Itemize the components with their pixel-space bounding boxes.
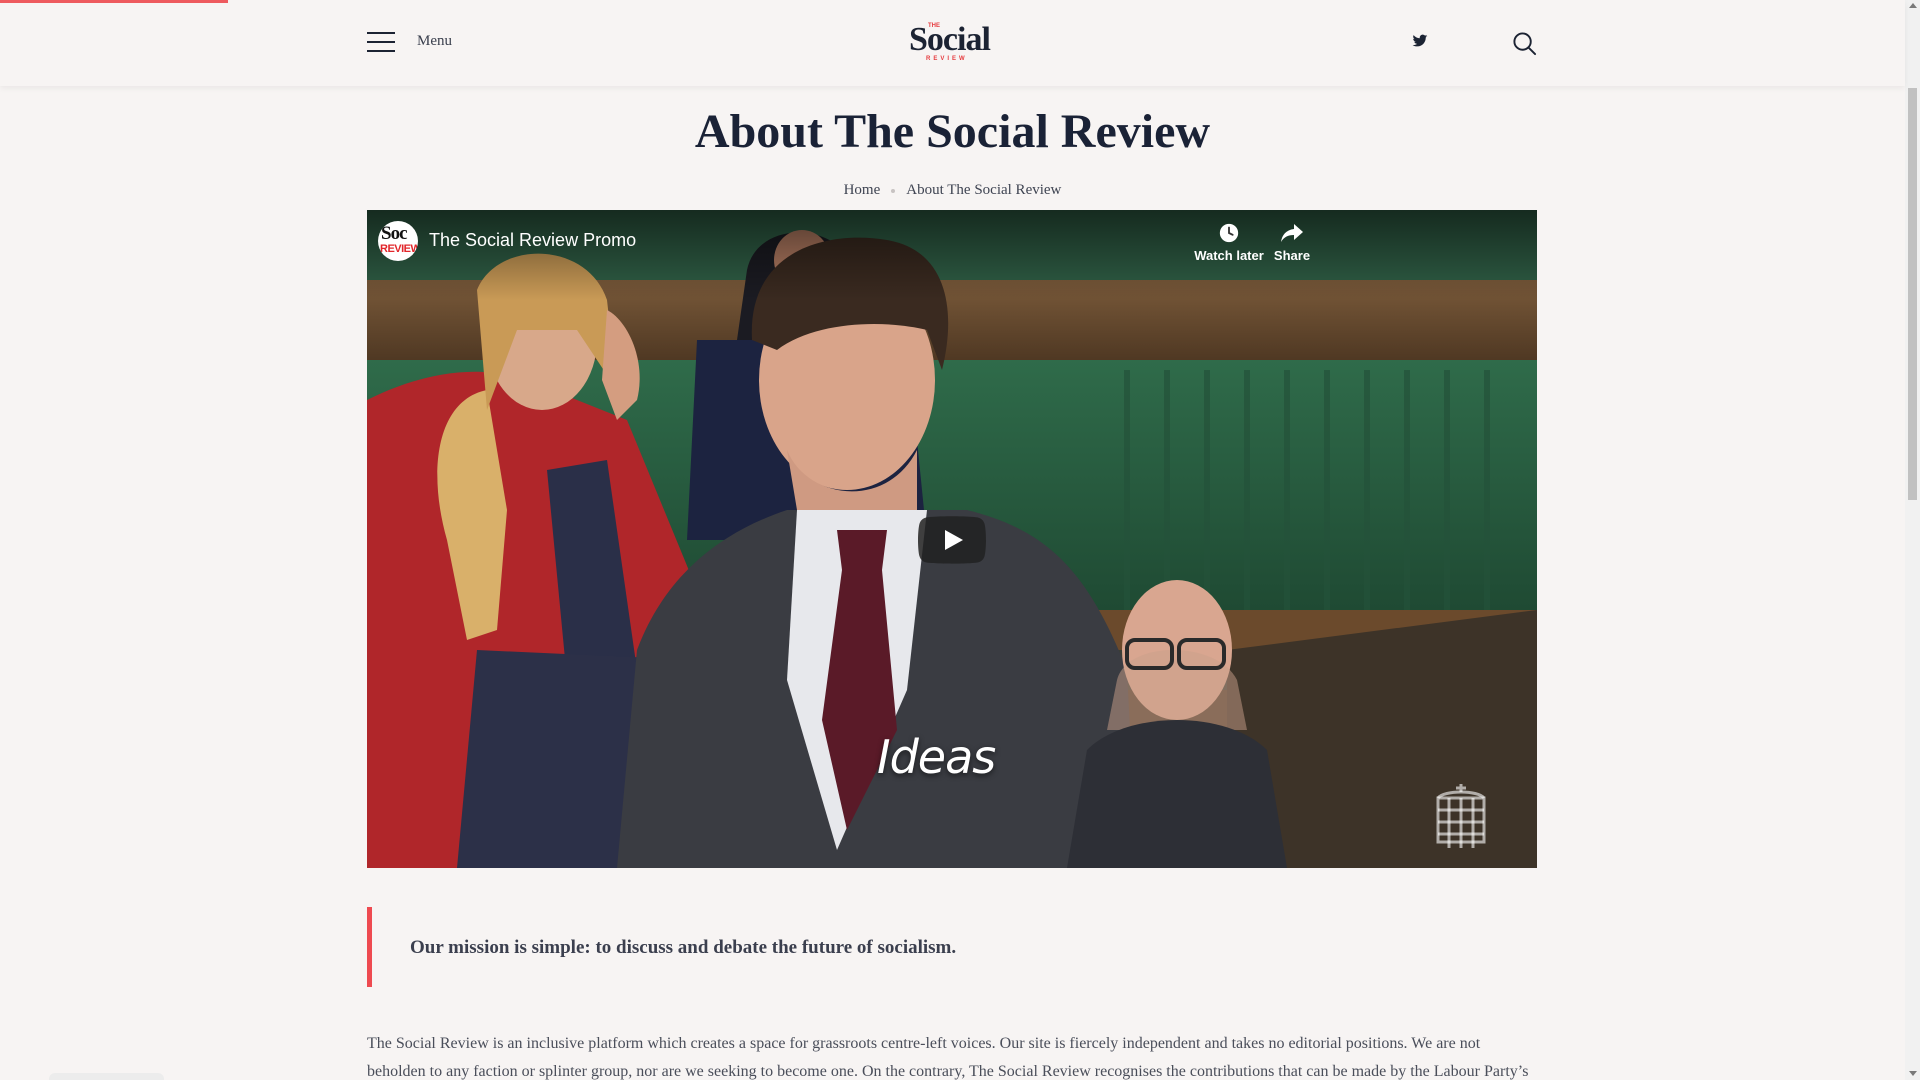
video-title[interactable]: The Social Review Promo (429, 230, 636, 251)
channel-avatar[interactable]: Soc REVIEW (378, 221, 418, 261)
logo-suffix: REVIEW (926, 56, 968, 62)
hamburger-icon (367, 30, 395, 52)
video-player[interactable]: Soc REVIEW The Social Review Promo Watch… (367, 210, 1537, 868)
page-scrollbar[interactable] (1905, 0, 1920, 1080)
video-top-gradient (367, 210, 1537, 300)
site-logo[interactable]: Social THE REVIEW (909, 20, 995, 62)
about-paragraph: The Social Review is an inclusive platfo… (367, 1035, 1529, 1080)
avatar-line1: Soc (381, 223, 407, 244)
search-icon[interactable] (1512, 31, 1537, 56)
avatar-line2: REVIEW (380, 243, 418, 255)
scroll-down-icon[interactable] (1909, 1071, 1917, 1076)
clock-icon (1219, 223, 1239, 243)
video-caption: Ideas (877, 730, 996, 784)
mission-text: Our mission is simple: to discuss and de… (410, 937, 957, 958)
cookie-consent-tab[interactable] (49, 1073, 164, 1080)
watch-later-label: Watch later (1194, 248, 1264, 263)
menu-label: Menu (417, 32, 452, 49)
share-label: Share (1273, 248, 1311, 263)
reading-progress-bar (0, 0, 228, 3)
share-arrow-icon (1281, 224, 1303, 242)
page-title: About The Social Review (694, 105, 1211, 158)
scroll-up-icon[interactable] (1909, 3, 1917, 8)
scroll-thumb[interactable] (1908, 88, 1917, 500)
breadcrumb: Home About The Social Review (0, 182, 1905, 199)
share-button[interactable]: Share (1262, 222, 1322, 263)
watch-later-button[interactable]: Watch later (1184, 222, 1274, 263)
mission-quote: Our mission is simple: to discuss and de… (367, 907, 1537, 987)
portcullis-icon (1436, 784, 1486, 848)
menu-button[interactable]: Menu (367, 30, 452, 52)
logo-wordmark: Social (909, 21, 991, 58)
twitter-icon[interactable] (1412, 33, 1428, 49)
breadcrumb-current: About The Social Review (906, 182, 1062, 198)
site-header: Menu Social THE REVIEW (0, 0, 1905, 86)
breadcrumb-separator (891, 188, 896, 193)
play-icon[interactable] (918, 516, 986, 564)
logo-prefix: THE (928, 23, 940, 29)
breadcrumb-home-link[interactable]: Home (844, 182, 881, 198)
